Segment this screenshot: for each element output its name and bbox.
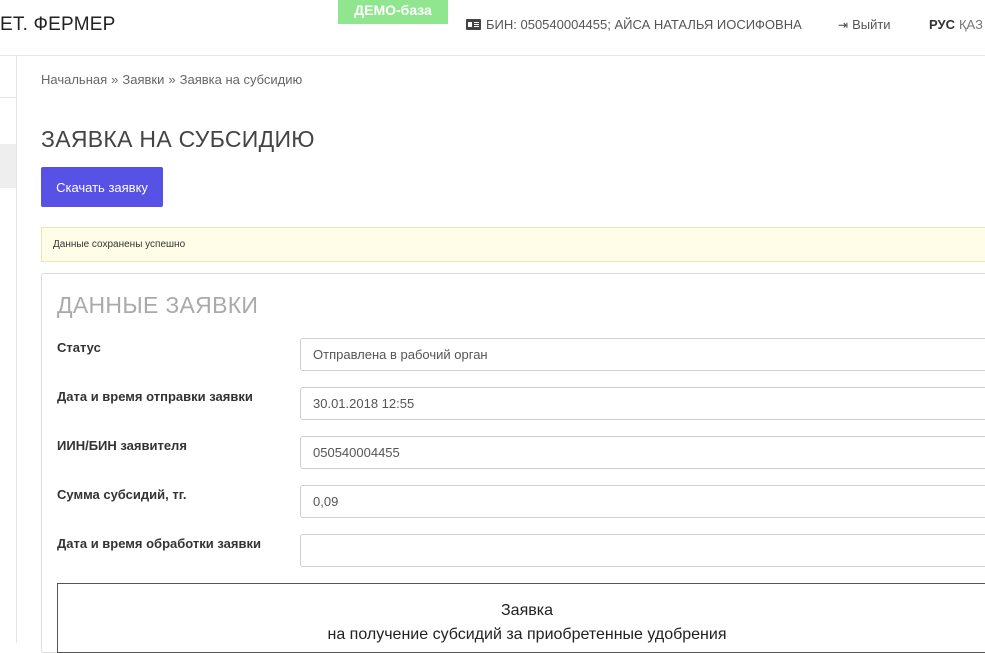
sidebar-item-active[interactable] [0, 144, 16, 188]
success-alert: Данные сохранены успешно [41, 227, 985, 262]
breadcrumb-home[interactable]: Начальная [41, 72, 107, 87]
breadcrumb-separator: » [168, 72, 176, 87]
user-info-text: БИН: 050540004455; АЙСА НАТАЛЬЯ ИОСИФОВН… [486, 17, 802, 32]
applicant-id-field[interactable] [300, 436, 985, 469]
logout-link[interactable]: ⇥ Выйти [838, 17, 891, 32]
processing-datetime-label: Дата и время обработки заявки [57, 536, 261, 551]
app-brand[interactable]: ЕТ. ФЕРМЕР [0, 14, 115, 36]
top-navbar: ЕТ. ФЕРМЕР ДЕМО-база БИН: 050540004455; … [0, 0, 985, 56]
status-field[interactable] [300, 338, 985, 371]
applicant-id-label: ИИН/БИН заявителя [57, 438, 187, 453]
logout-label: Выйти [852, 17, 891, 32]
subsidy-amount-field[interactable] [300, 485, 985, 518]
breadcrumb-current: Заявка на субсидию [179, 72, 303, 87]
breadcrumb-separator: » [111, 72, 119, 87]
lang-rus[interactable]: РУС [929, 17, 955, 32]
breadcrumb-requests[interactable]: Заявки [122, 72, 164, 87]
breadcrumb: Начальная» Заявки» Заявка на субсидию [41, 72, 302, 87]
language-switcher: РУС ҚАЗ [929, 17, 983, 32]
sidebar [0, 56, 17, 643]
submit-datetime-field[interactable] [300, 387, 985, 420]
panel-title: ДАННЫЕ ЗАЯВКИ [57, 292, 259, 318]
user-info[interactable]: БИН: 050540004455; АЙСА НАТАЛЬЯ ИОСИФОВН… [466, 17, 802, 32]
status-label: Статус [57, 340, 101, 355]
lang-kaz[interactable]: ҚАЗ [959, 17, 983, 32]
page-title: ЗАЯВКА НА СУБСИДИЮ [41, 126, 315, 152]
id-card-icon [466, 19, 481, 30]
subsidy-amount-label: Сумма субсидий, тг. [57, 487, 187, 502]
demo-badge: ДЕМО-база [338, 0, 448, 24]
sidebar-divider [0, 97, 16, 98]
download-request-button[interactable]: Скачать заявку [41, 167, 163, 207]
sign-out-icon: ⇥ [838, 17, 849, 32]
document-subtitle: на получение субсидий за приобретенные у… [327, 626, 727, 643]
processing-datetime-field[interactable] [300, 534, 985, 567]
submit-datetime-label: Дата и время отправки заявки [57, 389, 253, 404]
document-title: Заявка [501, 602, 553, 619]
